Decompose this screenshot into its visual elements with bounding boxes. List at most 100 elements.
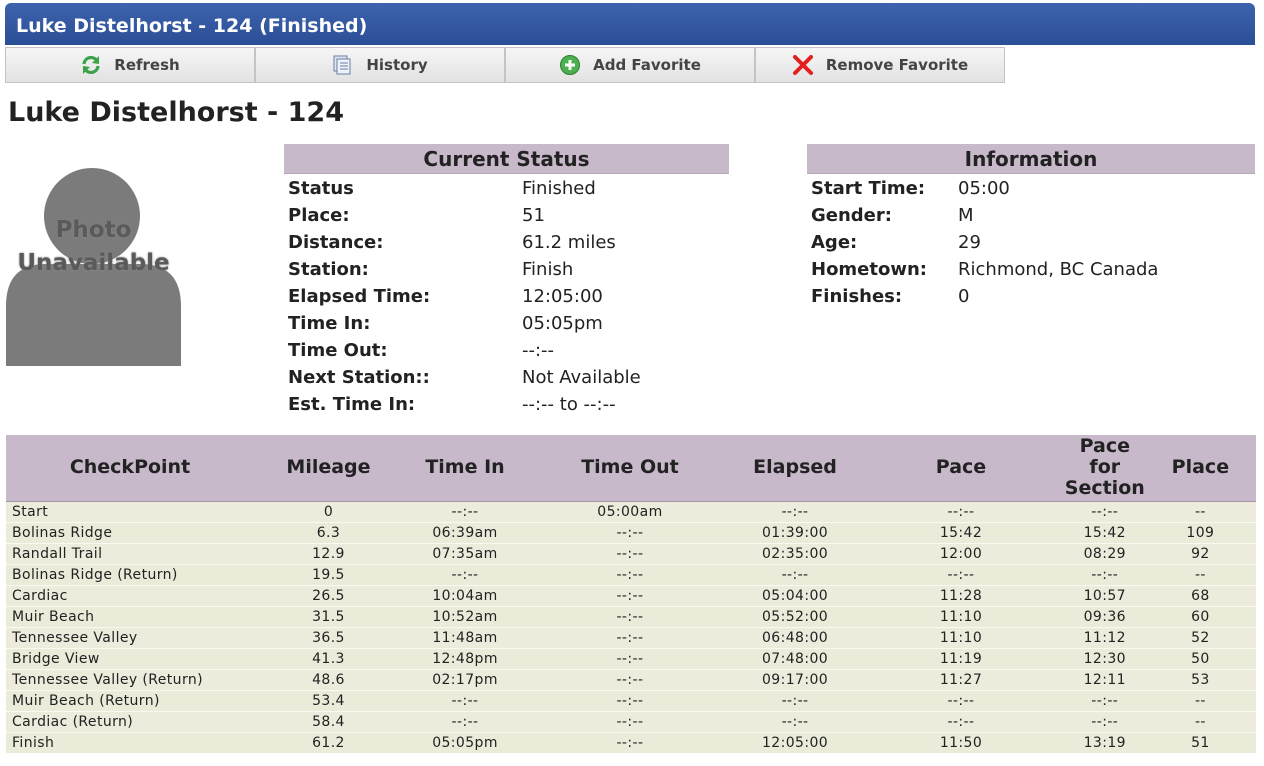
table-cell: --	[1144, 689, 1256, 711]
table-cell: 05:52:00	[732, 605, 858, 627]
info-value: 05:00	[958, 178, 1010, 199]
history-icon	[332, 54, 354, 76]
table-cell: 06:48:00	[732, 626, 858, 648]
table-cell: Cardiac	[6, 584, 254, 606]
status-value: Finished	[522, 178, 596, 199]
column-header: Pace for Section	[1064, 435, 1145, 502]
table-row: Bridge View 41.3 12:48pm --:-- 07:48:00 11:19…	[6, 647, 1256, 669]
column-header: CheckPoint	[6, 435, 254, 502]
info-row: Hometown: Richmond, BC Canada	[811, 256, 1158, 283]
status-value: 51	[522, 205, 545, 226]
status-value: --:-- to --:--	[522, 394, 616, 415]
information-heading: Information	[807, 144, 1255, 174]
table-cell: Cardiac (Return)	[6, 710, 254, 732]
table-cell: Muir Beach	[6, 605, 254, 627]
photo-placeholder: Photo Unavailable	[6, 168, 181, 366]
table-cell: --:--	[527, 668, 733, 690]
table-cell: 36.5	[254, 626, 403, 648]
table-cell: 13:19	[1064, 731, 1145, 753]
info-row: Start Time: 05:00	[811, 175, 1158, 202]
table-cell: 10:57	[1064, 584, 1145, 606]
window-title-bar: Luke Distelhorst - 124 (Finished)	[5, 3, 1255, 45]
refresh-icon	[80, 54, 102, 76]
information-list: Start Time: 05:00 Gender: M Age: 29 Hometown: R…	[811, 175, 1158, 310]
table-cell: --:--	[527, 542, 733, 564]
table-cell: 12:30	[1064, 647, 1145, 669]
refresh-button[interactable]: Refresh	[5, 47, 255, 83]
table-cell: 12:05:00	[732, 731, 858, 753]
table-row: Muir Beach (Return) 53.4 --:-- --:-- --:-- --…	[6, 689, 1256, 711]
add-favorite-button[interactable]: Add Favorite	[505, 47, 755, 83]
table-cell: Start	[6, 500, 254, 522]
table-cell: 26.5	[254, 584, 403, 606]
table-cell: 09:36	[1064, 605, 1145, 627]
status-row: Time Out: --:--	[288, 337, 641, 364]
status-row: Elapsed Time: 12:05:00	[288, 283, 641, 310]
table-cell: 12:11	[1064, 668, 1145, 690]
status-row: Time In: 05:05pm	[288, 310, 641, 337]
table-cell: --:--	[857, 689, 1065, 711]
status-label: Elapsed Time:	[288, 286, 431, 307]
table-cell: --:--	[402, 689, 528, 711]
table-cell: 12:00	[857, 542, 1065, 564]
table-cell: --:--	[527, 647, 733, 669]
table-cell: 05:04:00	[732, 584, 858, 606]
table-row: Finish 61.2 05:05pm --:-- 12:05:00 11:50 13:19…	[6, 731, 1256, 753]
info-value: M	[958, 205, 974, 226]
status-row: Status Finished	[288, 175, 641, 202]
table-cell: 61.2	[254, 731, 403, 753]
table-cell: 41.3	[254, 647, 403, 669]
table-cell: --:--	[732, 500, 858, 522]
refresh-label: Refresh	[114, 56, 180, 74]
table-cell: --:--	[732, 710, 858, 732]
red-x-icon	[792, 54, 814, 76]
table-cell: --:--	[527, 626, 733, 648]
table-cell: 68	[1144, 584, 1256, 606]
table-cell: 15:42	[857, 521, 1065, 543]
table-cell: Bolinas Ridge	[6, 521, 254, 543]
table-cell: 51	[1144, 731, 1256, 753]
table-cell: --:--	[527, 731, 733, 753]
checkpoint-table-body: Start 0 --:-- 05:00am --:-- --:-- --:-- -- Bolin…	[6, 500, 1256, 753]
page-title: Luke Distelhorst - 124	[8, 97, 345, 128]
status-value: Finish	[522, 259, 574, 280]
table-cell: 09:17:00	[732, 668, 858, 690]
table-cell: 05:05pm	[402, 731, 528, 753]
remove-favorite-button[interactable]: Remove Favorite	[755, 47, 1005, 83]
photo-unavailable-text: Photo Unavailable	[17, 217, 170, 276]
table-row: Tennessee Valley (Return) 48.6 02:17pm --:-…	[6, 668, 1256, 690]
status-label: Time Out:	[288, 340, 388, 361]
table-cell: 19.5	[254, 563, 403, 585]
table-cell: --:--	[527, 710, 733, 732]
table-row: Randall Trail 12.9 07:35am --:-- 02:35:00 12:…	[6, 542, 1256, 564]
window-title: Luke Distelhorst - 124 (Finished)	[16, 15, 368, 37]
column-header: Time In	[402, 435, 528, 502]
table-cell: 11:10	[857, 626, 1065, 648]
table-row: Bolinas Ridge (Return) 19.5 --:-- --:-- --:-…	[6, 563, 1256, 585]
table-cell: 07:35am	[402, 542, 528, 564]
table-cell: 53	[1144, 668, 1256, 690]
table-cell: --:--	[402, 710, 528, 732]
table-cell: 11:50	[857, 731, 1065, 753]
table-cell: --:--	[1064, 500, 1145, 522]
column-header: Time Out	[527, 435, 733, 502]
status-value: 12:05:00	[522, 286, 603, 307]
table-cell: Tennessee Valley	[6, 626, 254, 648]
info-label: Start Time:	[811, 178, 926, 199]
table-cell: 53.4	[254, 689, 403, 711]
table-cell: 48.6	[254, 668, 403, 690]
column-header: Elapsed	[732, 435, 858, 502]
info-row: Finishes: 0	[811, 283, 1158, 310]
table-cell: --:--	[732, 563, 858, 585]
table-cell: 11:12	[1064, 626, 1145, 648]
table-row: Cardiac 26.5 10:04am --:-- 05:04:00 11:28 10:5…	[6, 584, 1256, 606]
table-row: Cardiac (Return) 58.4 --:-- --:-- --:-- --:--…	[6, 710, 1256, 732]
table-cell: --:--	[527, 521, 733, 543]
table-cell: 02:35:00	[732, 542, 858, 564]
table-cell: 02:17pm	[402, 668, 528, 690]
history-button[interactable]: History	[255, 47, 505, 83]
status-value: 05:05pm	[522, 313, 603, 334]
table-cell: 05:00am	[527, 500, 733, 522]
info-value: 0	[958, 286, 970, 307]
table-cell: 07:48:00	[732, 647, 858, 669]
